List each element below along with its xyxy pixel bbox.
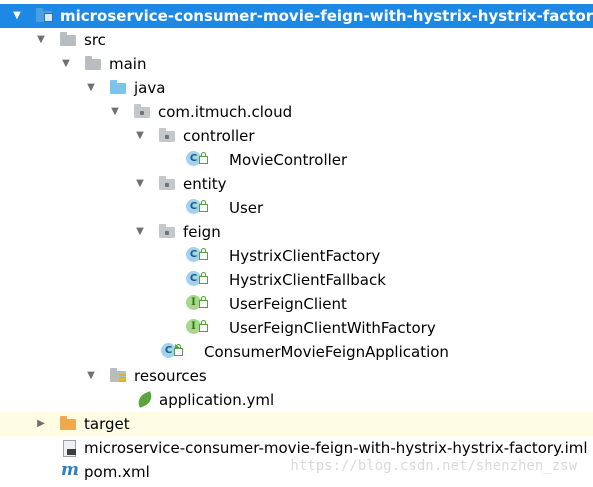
lock-icon [199, 320, 208, 332]
tree-item-label: HystrixClientFallback [229, 271, 386, 289]
tree-item-target[interactable]: ▶ target [0, 412, 593, 436]
interface-icon: I [186, 295, 208, 311]
expand-arrow-icon[interactable]: ▼ [84, 364, 98, 388]
tree-item-user-feign-client[interactable]: I UserFeignClient [0, 292, 593, 316]
tree-item-label: HystrixClientFactory [229, 247, 381, 265]
source-root-folder-icon [110, 80, 128, 96]
tree-item-module-root[interactable]: ▼ microservice-consumer-movie-feign-with… [0, 4, 593, 28]
package-icon [159, 128, 177, 144]
tree-item-label: User [229, 199, 264, 217]
tree-item-label: target [84, 415, 130, 433]
tree-item-label: entity [183, 175, 227, 193]
expand-arrow-icon[interactable]: ▼ [34, 28, 48, 52]
excluded-folder-icon [60, 416, 78, 432]
expand-arrow-icon[interactable]: ▼ [133, 220, 147, 244]
tree-item-java[interactable]: ▼ java [0, 76, 593, 100]
tree-item-application-yml[interactable]: application.yml [0, 388, 593, 412]
tree-item-label: microservice-consumer-movie-feign-with-h… [60, 7, 593, 25]
iml-file-icon [60, 440, 78, 457]
tree-item-movie-controller[interactable]: C MovieController [0, 148, 593, 172]
tree-item-label: microservice-consumer-movie-feign-with-h… [84, 439, 588, 457]
lock-icon [199, 152, 208, 164]
tree-item-label: java [134, 79, 166, 97]
tree-item-label: resources [134, 367, 207, 385]
tree-item-user-feign-client-with-factory[interactable]: I UserFeignClientWithFactory [0, 316, 593, 340]
class-icon: C [186, 247, 208, 263]
lock-icon [174, 344, 183, 356]
tree-item-label: ConsumerMovieFeignApplication [204, 343, 449, 361]
package-icon [159, 176, 177, 192]
tree-item-label: pom.xml [84, 463, 150, 481]
collapse-arrow-icon[interactable]: ▶ [34, 412, 48, 436]
expand-arrow-icon[interactable]: ▼ [108, 100, 122, 124]
tree-item-label: feign [183, 223, 221, 241]
tree-item-label: main [109, 55, 147, 73]
tree-item-entity[interactable]: ▼ entity [0, 172, 593, 196]
tree-item-label: UserFeignClient [229, 295, 347, 313]
tree-item-package-root[interactable]: ▼ com.itmuch.cloud [0, 100, 593, 124]
expand-arrow-icon[interactable]: ▼ [133, 124, 147, 148]
watermark: https://blog.csdn.net/shenzhen_zsw [290, 458, 577, 474]
expand-arrow-icon[interactable]: ▼ [133, 172, 147, 196]
tree-item-feign[interactable]: ▼ feign [0, 220, 593, 244]
interface-icon: I [186, 319, 208, 335]
tree-item-resources[interactable]: ▼ resources [0, 364, 593, 388]
lock-icon [199, 200, 208, 212]
package-icon [159, 224, 177, 240]
lock-icon [199, 272, 208, 284]
tree-item-label: UserFeignClientWithFactory [229, 319, 436, 337]
class-icon: C [186, 199, 208, 215]
tree-item-hystrix-client-factory[interactable]: C HystrixClientFactory [0, 244, 593, 268]
tree-item-label: controller [183, 127, 255, 145]
tree-item-label: MovieController [229, 151, 348, 169]
lock-icon [199, 296, 208, 308]
spring-leaf-icon [135, 391, 155, 408]
tree-item-main[interactable]: ▼ main [0, 52, 593, 76]
folder-icon [60, 32, 78, 48]
expand-arrow-icon[interactable]: ▼ [10, 4, 24, 28]
spring-boot-class-icon: C [161, 343, 183, 359]
resources-folder-icon [110, 368, 128, 384]
tree-item-hystrix-client-fallback[interactable]: C HystrixClientFallback [0, 268, 593, 292]
lock-icon [199, 248, 208, 260]
maven-icon: m [60, 460, 79, 480]
module-folder-icon [36, 8, 54, 24]
tree-item-label: com.itmuch.cloud [158, 103, 293, 121]
tree-item-label: src [84, 31, 106, 49]
package-icon [134, 104, 152, 120]
folder-icon [85, 56, 103, 72]
maven-glyph: m [61, 460, 79, 480]
tree-item-label: application.yml [159, 391, 275, 409]
expand-arrow-icon[interactable]: ▼ [59, 52, 73, 76]
tree-item-iml-file[interactable]: microservice-consumer-movie-feign-with-h… [0, 436, 593, 460]
class-icon: C [186, 151, 208, 167]
tree-item-src[interactable]: ▼ src [0, 28, 593, 52]
tree-item-consumer-movie-feign-application[interactable]: C ConsumerMovieFeignApplication [0, 340, 593, 364]
tree-item-controller[interactable]: ▼ controller [0, 124, 593, 148]
expand-arrow-icon[interactable]: ▼ [84, 76, 98, 100]
tree-item-user[interactable]: C User [0, 196, 593, 220]
class-icon: C [186, 271, 208, 287]
